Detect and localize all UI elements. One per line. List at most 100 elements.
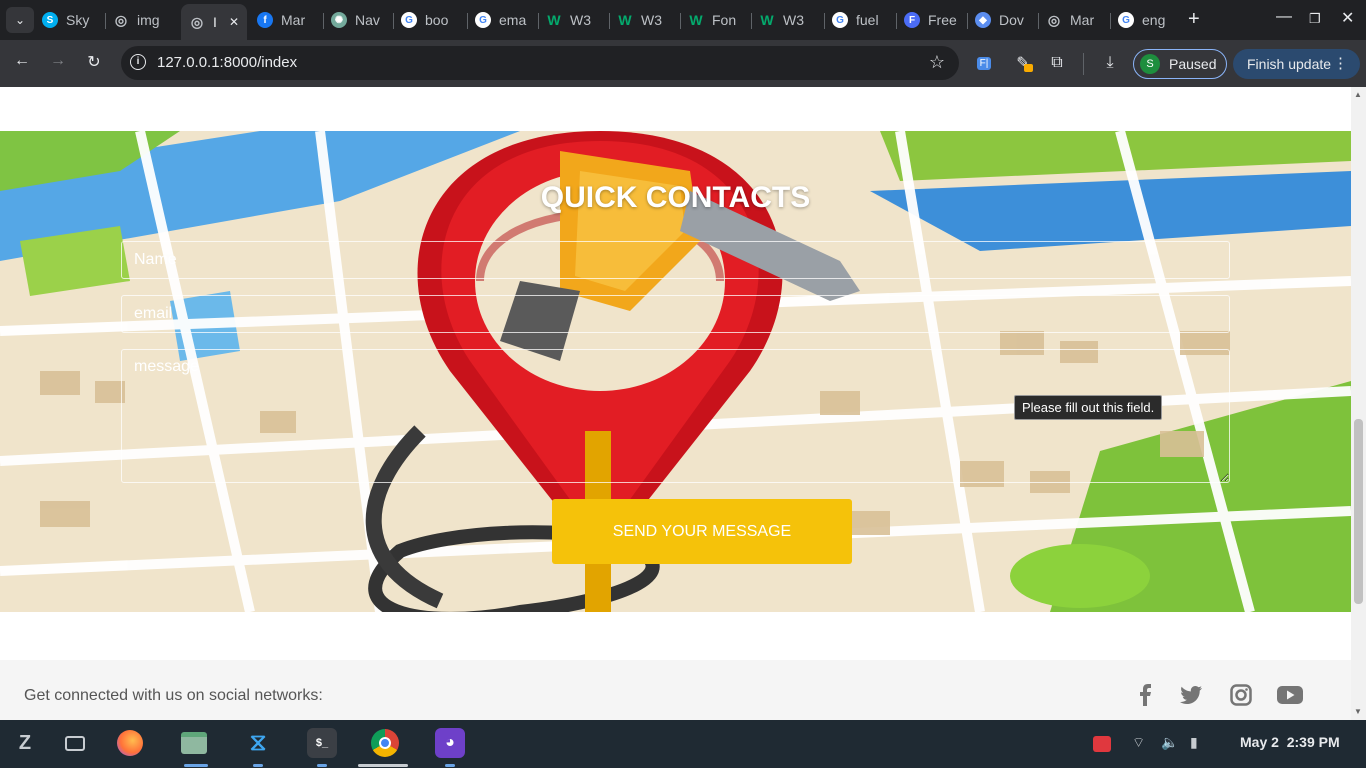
paused-label: Paused [1169, 56, 1217, 72]
tab-separator [105, 13, 106, 29]
back-button[interactable]: ← [11, 52, 33, 70]
tab-separator [609, 13, 610, 29]
files-icon[interactable] [179, 728, 209, 758]
tab-separator [824, 13, 825, 29]
google-icon: G [832, 12, 848, 28]
tab-9[interactable]: W Fon [688, 6, 750, 34]
volume-icon[interactable]: 🔈 [1161, 734, 1178, 751]
tab-11[interactable]: Gfuel [832, 6, 894, 34]
tab-label: fuel [856, 12, 879, 28]
url-text[interactable]: 127.0.0.1:8000/index [157, 54, 297, 71]
w3schools-icon: W [618, 12, 632, 28]
tab-search-button[interactable]: ⌄ [6, 7, 34, 33]
close-icon[interactable]: ✕ [1341, 8, 1354, 28]
tab-4[interactable]: ✺ Nav [331, 6, 393, 34]
tab-14[interactable]: ◎ Mar [1046, 6, 1108, 34]
tab-3[interactable]: f Mar [257, 6, 319, 34]
clock-date: May 2 [1240, 734, 1279, 750]
download-icon[interactable]: ⤓ [1099, 52, 1121, 74]
browser-toolbar: ← → ↻ i 127.0.0.1:8000/index ☆ F| ✎ ⧉ ⤓ … [0, 40, 1366, 87]
diamond-icon: ◆ [975, 12, 991, 28]
tab-strip: ⌄ S Sky ◎ img ◎ I ✕ f Mar ✺ Nav Gboo Gema W W3 W W3 W Fon W… [0, 0, 1366, 40]
extensions-puzzle-icon[interactable]: ⧉ [1046, 52, 1068, 74]
close-tab-icon[interactable]: ✕ [229, 15, 239, 29]
google-icon: G [475, 12, 491, 28]
globe-icon: ◎ [1047, 11, 1061, 28]
battery-icon[interactable]: ▮ [1190, 734, 1198, 751]
email-input[interactable] [121, 295, 1230, 333]
github-running-indicator [445, 764, 455, 767]
terminal-running-indicator [317, 764, 327, 767]
twitter-icon[interactable] [1178, 682, 1204, 708]
w3schools-icon: W [760, 12, 774, 28]
more-menu-icon[interactable]: ⋮ [1333, 54, 1348, 72]
minimize-icon[interactable]: — [1276, 8, 1292, 26]
tab-1[interactable]: ◎ img [113, 6, 175, 34]
tab-separator [467, 13, 468, 29]
tab-label: img [137, 12, 160, 28]
instagram-icon[interactable] [1228, 682, 1254, 708]
toolbar-divider [1083, 53, 1084, 75]
tab-label: W3 [641, 12, 662, 28]
tab-2[interactable]: ◎ I ✕ [181, 4, 247, 40]
tab-separator [896, 13, 897, 29]
scroll-up-icon[interactable]: ▲ [1354, 90, 1362, 99]
github-desktop-icon[interactable]: ◕ [435, 728, 465, 758]
clock-time: 2:39 PM [1286, 734, 1340, 750]
show-desktop-icon[interactable] [60, 728, 90, 758]
tab-label: Mar [1070, 12, 1095, 28]
tab-separator [538, 13, 539, 29]
bookmark-star-icon[interactable]: ☆ [929, 52, 945, 73]
chrome-active-indicator [358, 764, 408, 767]
tab-6[interactable]: Gema [475, 6, 537, 34]
finish-update-button[interactable]: Finish update ⋮ [1233, 49, 1360, 79]
tab-8[interactable]: W W3 [617, 6, 679, 34]
new-tab-button[interactable]: + [1188, 8, 1200, 31]
tab-13[interactable]: ◆ Dov [975, 6, 1037, 34]
formspree-icon: F [904, 12, 920, 28]
forward-button[interactable]: → [47, 52, 69, 70]
wifi-icon[interactable]: ⌔ [1132, 734, 1145, 752]
youtube-icon[interactable] [1277, 682, 1303, 708]
tab-label: boo [425, 12, 449, 28]
extension-eyedropper-icon[interactable]: ✎ [1012, 52, 1034, 74]
scrollbar-thumb[interactable] [1354, 419, 1363, 604]
tab-7[interactable]: W W3 [546, 6, 608, 34]
quick-contacts-title: QUICK CONTACTS [540, 181, 811, 214]
footer-social-text: Get connected with us on social networks… [24, 687, 323, 704]
site-info-icon[interactable]: i [130, 54, 146, 70]
profile-paused-button[interactable]: S Paused [1133, 49, 1227, 79]
tab-label: W3 [783, 12, 804, 28]
tab-label: Fon [712, 12, 737, 28]
facebook-icon[interactable] [1132, 682, 1158, 708]
files-running-indicator [184, 764, 208, 767]
google-icon: G [401, 12, 417, 28]
tab-5[interactable]: Gboo [401, 6, 463, 34]
reload-button[interactable]: ↻ [83, 52, 105, 72]
globe-icon: ◎ [190, 13, 204, 30]
page-scrollbar[interactable]: ▲ ▼ [1351, 87, 1366, 720]
zorin-menu-icon[interactable]: Z [10, 728, 40, 758]
send-message-button[interactable]: SEND YOUR MESSAGE [552, 499, 852, 564]
firefox-icon[interactable] [115, 728, 145, 758]
tab-label: ema [499, 12, 527, 28]
clock[interactable]: May 2 2:39 PM [1240, 734, 1340, 750]
avatar: S [1140, 54, 1160, 74]
tab-12[interactable]: F Free [904, 6, 966, 34]
tab-0[interactable]: S Sky [42, 6, 104, 34]
tab-label: Nav [355, 12, 380, 28]
tab-label: Mar [281, 12, 306, 28]
anydesk-tray-icon[interactable] [1093, 736, 1111, 752]
vscode-icon[interactable]: ⧖ [243, 728, 273, 758]
address-bar[interactable]: i 127.0.0.1:8000/index ☆ [121, 46, 959, 80]
extension-translate-icon[interactable]: F| [973, 52, 995, 74]
tab-15[interactable]: Geng [1118, 6, 1180, 34]
maximize-icon[interactable]: ❐ [1309, 11, 1321, 27]
name-input[interactable] [121, 241, 1230, 279]
validation-tooltip: Please fill out this field. [1014, 395, 1163, 420]
openai-icon: ✺ [331, 12, 347, 28]
scroll-down-icon[interactable]: ▼ [1354, 707, 1362, 716]
terminal-icon[interactable]: $_ [307, 728, 337, 758]
tab-10[interactable]: W W3 [759, 6, 821, 34]
chrome-icon[interactable] [370, 728, 400, 758]
